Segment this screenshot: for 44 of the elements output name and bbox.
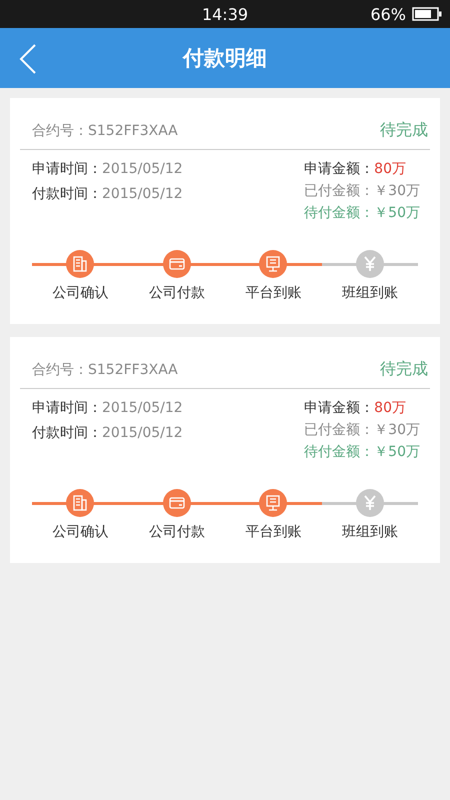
step-label: 平台到账 [245,523,302,541]
amount-label: 申请金额： [304,161,374,177]
battery-icon [412,7,442,21]
clock: 14:39 [202,4,248,24]
step-label: 平台到账 [245,284,302,302]
time-label: 申请时间： [32,161,102,177]
time-value: 2015/05/12 [102,400,183,416]
step-label: 公司确认 [52,523,108,541]
time-label: 付款时间： [32,186,102,202]
amount-value: 80万 [374,161,406,177]
amount-value: ￥50万 [374,444,420,460]
amount-label: 待付金额： [304,205,374,221]
time-label: 申请时间： [32,400,102,416]
step-label: 班组到账 [342,284,398,302]
step-label: 公司确认 [52,284,108,302]
time-value: 2015/05/12 [102,161,183,177]
card-icon [168,495,185,511]
time-value: 2015/05/12 [102,186,183,202]
yen-icon [362,495,378,511]
time-value: 2015/05/12 [102,425,183,441]
time-label: 付款时间： [32,425,102,441]
monitor-icon [265,495,282,511]
contract-number: 合约号：S152FF3XAA [32,360,178,378]
amount-label: 已付金额： [304,422,374,438]
status-label: 待完成 [380,359,428,380]
status-label: 待完成 [380,120,428,141]
amount-label: 待付金额： [304,444,374,460]
step-label: 公司付款 [148,523,205,541]
amount-value: 80万 [374,400,406,416]
card-icon [168,256,185,272]
yen-icon [362,256,378,272]
amount-label: 申请金额： [304,400,374,416]
contract-number: 合约号：S152FF3XAA [32,122,178,140]
amount-value: ￥50万 [374,205,420,221]
amount-label: 已付金额： [304,183,374,199]
step-label: 公司付款 [148,284,205,302]
amount-value: ￥30万 [374,422,420,438]
battery-percent: 66% [370,4,406,24]
building-icon [72,495,88,511]
monitor-icon [265,256,282,272]
amount-value: ￥30万 [374,183,420,199]
page-title: 付款明细 [183,45,267,72]
step-label: 班组到账 [342,523,398,541]
building-icon [72,256,88,272]
